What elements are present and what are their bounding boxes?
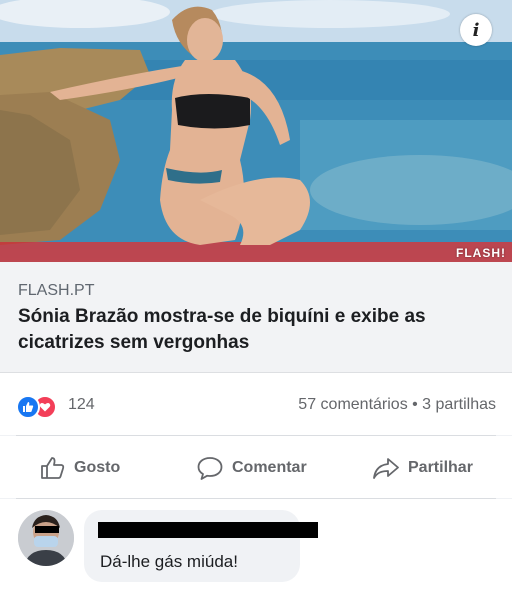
comment-label: Comentar: [232, 459, 307, 476]
thumbs-up-icon: [41, 457, 65, 479]
reaction-count[interactable]: 124: [68, 396, 95, 414]
link-preview[interactable]: FLASH.PT Sónia Brazão mostra-se de biquí…: [0, 262, 512, 373]
comments-shares-count[interactable]: 57 comentários • 3 partilhas: [298, 396, 496, 414]
share-button[interactable]: Partilhar: [372, 456, 473, 480]
comment-button[interactable]: Comentar: [196, 456, 307, 480]
link-source: FLASH.PT: [18, 282, 95, 299]
comment-bubble-icon: [197, 457, 223, 480]
like-icon: [16, 395, 40, 419]
like-button[interactable]: Gosto: [40, 456, 120, 480]
beach-photo: [0, 0, 512, 262]
info-icon[interactable]: i: [460, 14, 492, 46]
link-headline[interactable]: Sónia Brazão mostra-se de biquíni e exib…: [18, 304, 488, 356]
post-image[interactable]: i FLASH!: [0, 0, 512, 262]
share-arrow-icon: [373, 458, 399, 479]
avatar[interactable]: [18, 510, 74, 566]
like-label: Gosto: [74, 459, 121, 476]
comment-text: Dá-lhe gás miúda!: [100, 552, 238, 571]
share-label: Partilhar: [408, 459, 473, 476]
redacted-commenter-name: [98, 522, 318, 538]
image-watermark: FLASH!: [456, 246, 506, 260]
